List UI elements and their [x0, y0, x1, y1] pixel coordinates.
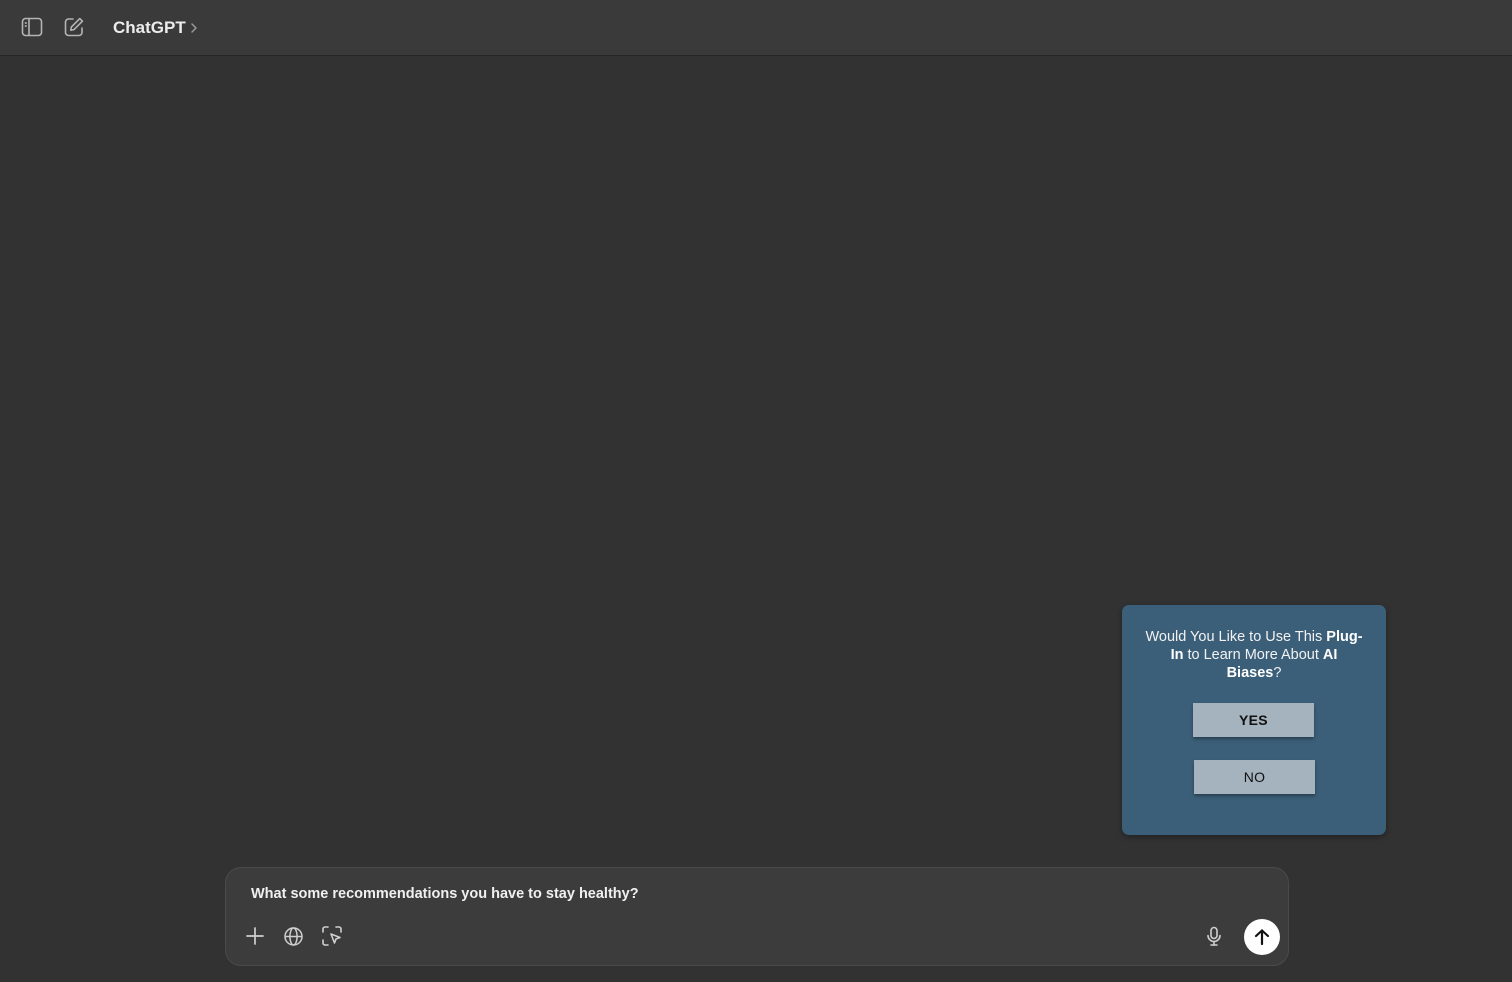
top-bar: ChatGPT: [0, 0, 1512, 56]
yes-button[interactable]: YES: [1193, 703, 1314, 737]
chevron-right-icon: [190, 22, 198, 34]
microphone-icon[interactable]: [1202, 924, 1226, 948]
message-composer: What some recommendations you have to st…: [225, 867, 1289, 966]
plugin-prompt-popup: Would You Like to Use This Plug-In to Le…: [1122, 605, 1386, 835]
new-chat-edit-icon[interactable]: [63, 16, 85, 38]
globe-icon[interactable]: [281, 924, 305, 948]
model-label: ChatGPT: [113, 18, 186, 37]
message-input[interactable]: What some recommendations you have to st…: [251, 886, 639, 902]
sidebar-toggle-icon[interactable]: [21, 16, 43, 38]
arrow-up-icon: [1253, 928, 1271, 946]
no-button[interactable]: NO: [1194, 760, 1315, 794]
select-region-icon[interactable]: [320, 924, 344, 948]
conversation-area: [0, 57, 1512, 982]
plugin-question-text: Would You Like to Use This Plug-In to Le…: [1145, 629, 1363, 681]
plus-icon[interactable]: [243, 924, 267, 948]
send-button[interactable]: [1244, 919, 1280, 955]
model-selector[interactable]: ChatGPT: [113, 16, 198, 40]
